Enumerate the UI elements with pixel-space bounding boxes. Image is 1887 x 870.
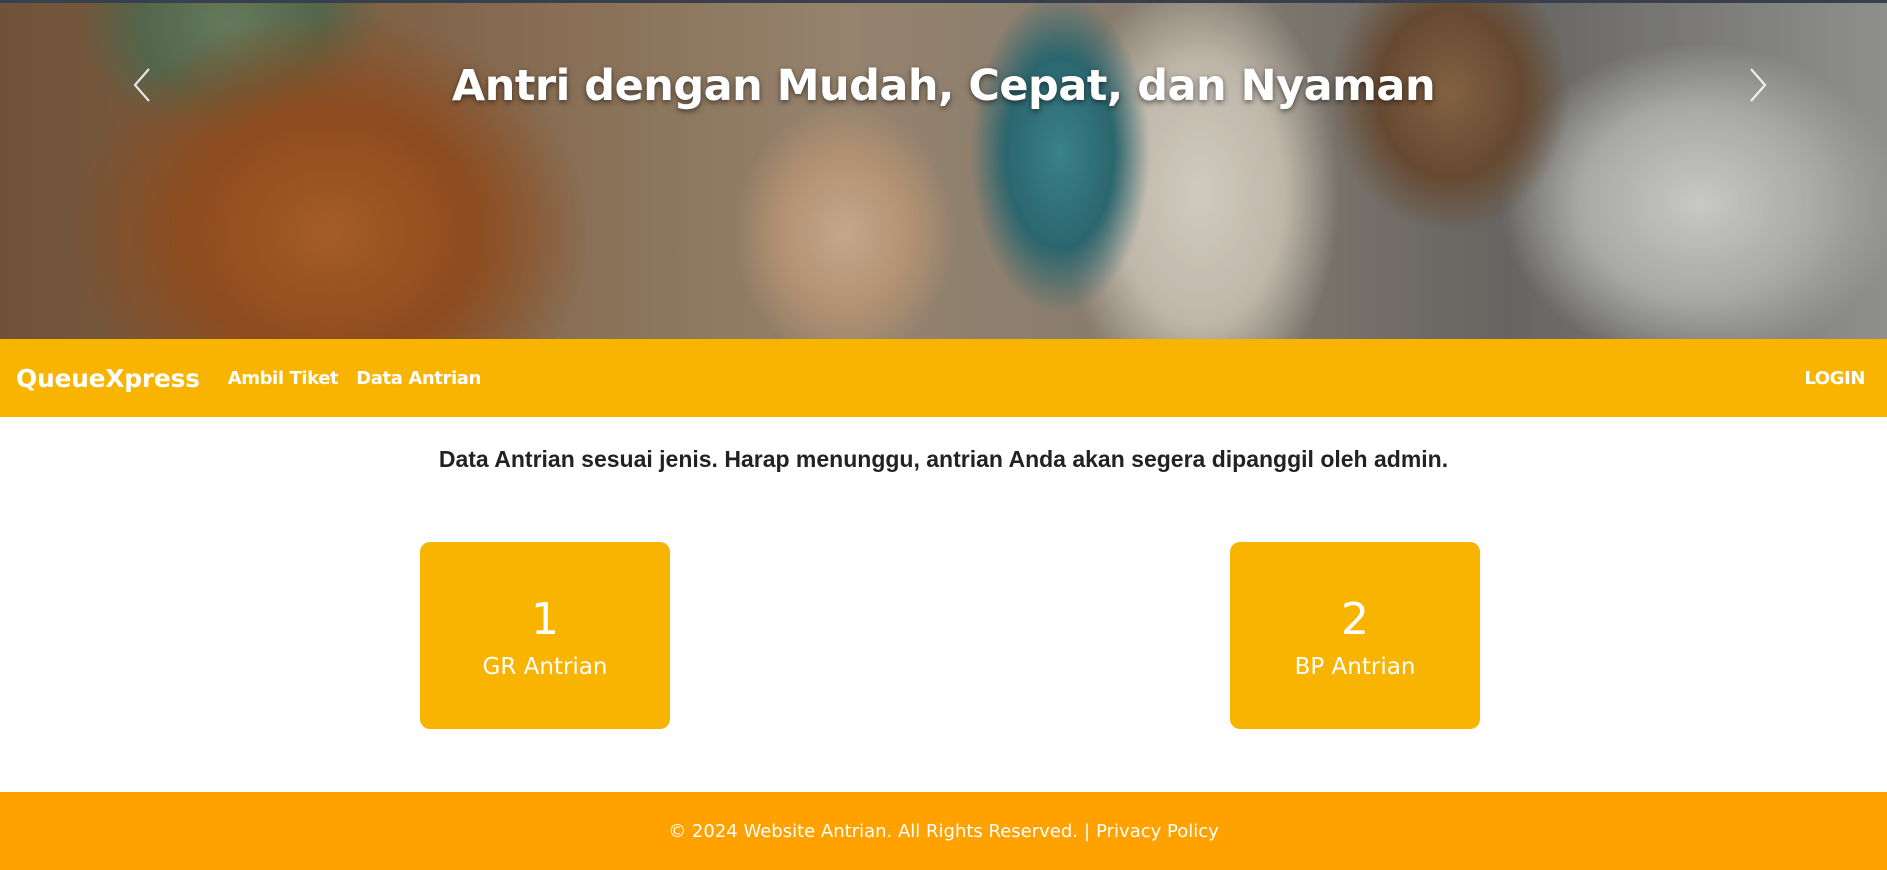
footer-separator: | bbox=[1084, 820, 1091, 842]
carousel-next-button[interactable] bbox=[1738, 65, 1778, 105]
chevron-right-icon bbox=[1750, 68, 1767, 102]
hero-caption: Antri dengan Mudah, Cepat, dan Nyaman bbox=[451, 61, 1436, 111]
brand-logo[interactable]: QueueXpress bbox=[16, 364, 200, 393]
privacy-policy-link[interactable]: Privacy Policy bbox=[1096, 821, 1219, 842]
footer-copyright: © 2024 Website Antrian. All Rights Reser… bbox=[668, 820, 1079, 842]
queue-label: BP Antrian bbox=[1294, 653, 1416, 680]
nav-link-data-antrian[interactable]: Data Antrian bbox=[356, 368, 481, 389]
queue-card-bp: 2 BP Antrian bbox=[1230, 542, 1480, 729]
login-link[interactable]: LOGIN bbox=[1804, 368, 1865, 389]
nav-link-ambil-tiket[interactable]: Ambil Tiket bbox=[228, 368, 339, 389]
hero-carousel: Antri dengan Mudah, Cepat, dan Nyaman bbox=[0, 0, 1887, 339]
queue-count: 2 bbox=[1341, 593, 1369, 645]
queue-count: 1 bbox=[531, 593, 559, 645]
queue-label: GR Antrian bbox=[482, 653, 608, 680]
footer: © 2024 Website Antrian. All Rights Reser… bbox=[0, 792, 1887, 870]
queue-card-gr: 1 GR Antrian bbox=[420, 542, 670, 729]
queue-intro-text: Data Antrian sesuai jenis. Harap menungg… bbox=[438, 446, 1449, 472]
navbar: QueueXpress Ambil Tiket Data Antrian LOG… bbox=[0, 339, 1887, 417]
